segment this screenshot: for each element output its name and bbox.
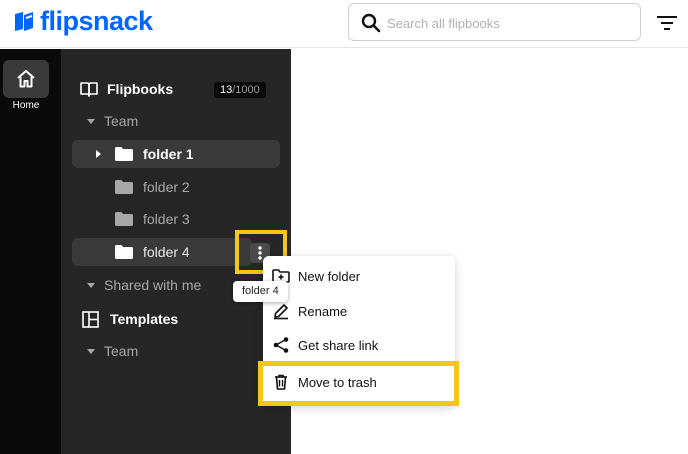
folder-label: folder 4 — [143, 244, 190, 260]
sidebar-item-templates-team[interactable]: Team — [72, 337, 280, 365]
home-button[interactable] — [3, 60, 49, 98]
count-total: /1000 — [232, 84, 260, 96]
search-box[interactable] — [348, 3, 641, 41]
menu-item-label: Rename — [298, 304, 348, 319]
caret-down-icon — [87, 348, 95, 354]
brand-name: flipsnack — [40, 5, 153, 36]
folder-label: folder 2 — [143, 179, 190, 195]
folder-icon — [115, 180, 133, 194]
folder-label: folder 3 — [143, 211, 190, 227]
folder-tooltip: folder 4 — [233, 281, 288, 302]
sidebar-item-folder-2[interactable]: folder 2 — [72, 173, 280, 201]
templates-label: Templates — [110, 311, 179, 327]
menu-item-label: Get share link — [298, 338, 379, 353]
flipbooks-label: Flipbooks — [107, 81, 174, 97]
search-icon — [361, 13, 381, 33]
count-used: 13 — [220, 84, 233, 96]
menu-item-rename[interactable]: Rename — [263, 294, 455, 328]
home-icon — [17, 70, 35, 88]
folder-icon — [115, 245, 133, 259]
folder-label: folder 1 — [143, 146, 194, 162]
flipsnack-logo[interactable]: flipsnack — [12, 6, 153, 36]
sidebar-item-folder-1[interactable]: folder 1 — [72, 140, 280, 168]
caret-right-icon — [96, 150, 101, 158]
sidebar-item-folder-3[interactable]: folder 3 — [72, 205, 280, 233]
left-rail: Home — [0, 49, 61, 454]
flipsnack-logo-icon — [15, 12, 33, 31]
pencil-icon — [274, 304, 288, 320]
search-input[interactable] — [387, 13, 627, 33]
menu-item-new-folder[interactable]: New folder — [263, 259, 455, 293]
menu-item-label: New folder — [298, 269, 361, 284]
sidebar-item-folder-4[interactable]: folder 4 — [72, 238, 252, 266]
highlight-box-trash — [258, 361, 459, 406]
team-label: Team — [104, 113, 139, 129]
home-label: Home — [12, 100, 40, 111]
sidebar-item-templates[interactable]: Templates — [72, 305, 280, 333]
share-icon — [273, 337, 289, 353]
folder-icon — [115, 147, 133, 161]
templates-team-label: Team — [104, 343, 139, 359]
top-header: flipsnack — [0, 0, 688, 48]
filter-icon[interactable] — [656, 13, 678, 33]
menu-item-get-share-link[interactable]: Get share link — [263, 328, 455, 362]
caret-down-icon — [87, 118, 95, 124]
sidebar-item-team[interactable]: Team — [72, 107, 280, 135]
caret-down-icon — [87, 282, 95, 288]
folder-icon — [115, 212, 133, 226]
flipbook-count-badge: 13/1000 — [214, 82, 266, 98]
templates-icon — [82, 310, 99, 328]
book-open-icon — [80, 82, 98, 97]
shared-label: Shared with me — [104, 277, 202, 293]
